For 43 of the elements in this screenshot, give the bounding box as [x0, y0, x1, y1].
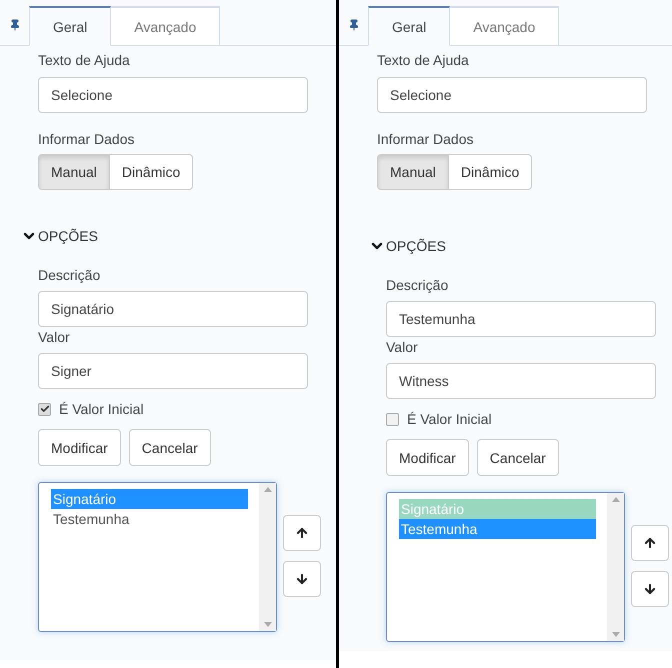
field-label: Informar Dados [377, 130, 474, 149]
help-text-field[interactable]: Selecione [38, 77, 308, 113]
field-label: Texto de Ajuda [38, 51, 130, 70]
segment-button[interactable]: Manual [38, 154, 110, 190]
tab[interactable]: Avançado [450, 6, 560, 46]
description-field[interactable]: Signatário [38, 291, 308, 327]
checkbox-label: É Valor Inicial [59, 400, 144, 419]
field-label: Valor [386, 338, 418, 357]
pin-icon[interactable] [348, 19, 360, 31]
field-label: Valor [38, 328, 70, 347]
segment-button[interactable]: Dinâmico [108, 154, 194, 190]
value-field[interactable]: Witness [386, 363, 656, 399]
action-button[interactable]: Cancelar [476, 439, 559, 476]
field-label: Descrição [38, 266, 100, 285]
segment-button[interactable]: Dinâmico [448, 154, 532, 190]
move-down-button[interactable] [283, 561, 321, 597]
action-button[interactable]: Cancelar [128, 429, 211, 466]
arrow-down-icon [295, 572, 309, 586]
list-item[interactable]: Testemunha [51, 509, 248, 529]
tab[interactable]: Avançado [111, 6, 220, 46]
field-label: Informar Dados [38, 130, 134, 149]
move-down-button[interactable] [631, 571, 669, 607]
checkbox[interactable] [386, 412, 399, 426]
segment-button[interactable]: Manual [377, 154, 449, 190]
move-up-button[interactable] [631, 525, 669, 561]
field-label: Descrição [386, 276, 448, 295]
action-button[interactable]: Modificar [386, 439, 469, 476]
field-label: Texto de Ajuda [377, 51, 469, 70]
value-field[interactable]: Signer [38, 353, 308, 389]
pin-icon[interactable] [8, 19, 20, 31]
help-text-field[interactable]: Selecione [377, 77, 647, 113]
arrow-up-icon [295, 526, 309, 540]
section-toggle[interactable]: OPÇÕES [369, 236, 446, 256]
arrow-down-icon [643, 582, 657, 596]
section-toggle[interactable]: OPÇÕES [21, 226, 98, 246]
options-listbox[interactable]: Signatário Testemunha [38, 482, 277, 632]
checkbox-label: É Valor Inicial [407, 410, 492, 429]
description-field[interactable]: Testemunha [386, 301, 656, 337]
move-up-button[interactable] [283, 515, 321, 551]
tab[interactable]: Geral [368, 6, 450, 46]
action-button[interactable]: Modificar [38, 429, 121, 466]
tab[interactable]: Geral [29, 6, 112, 46]
checkbox[interactable] [38, 402, 51, 416]
